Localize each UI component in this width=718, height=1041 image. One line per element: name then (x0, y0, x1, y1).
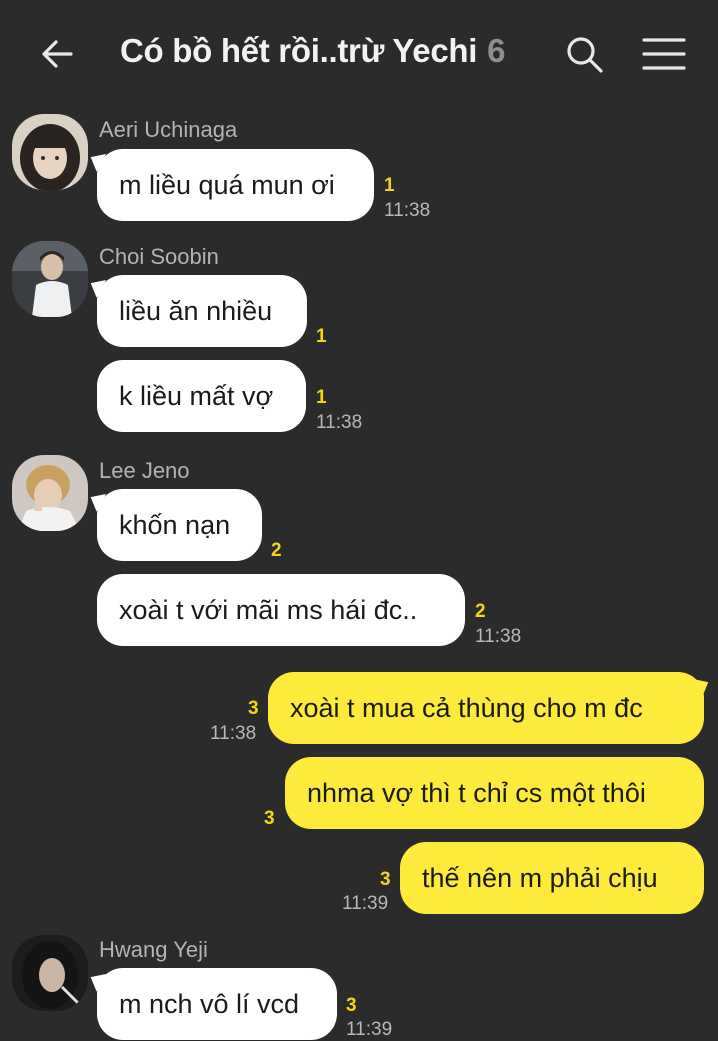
chat-title: Có bồ hết rồi..trừ Yechi 6 (120, 32, 506, 70)
message-bubble[interactable]: m liều quá mun ơi (97, 149, 374, 221)
back-arrow-icon[interactable] (38, 34, 78, 74)
message-time: 11:38 (210, 723, 257, 744)
message-bubble[interactable]: thế nên m phải chịu (400, 842, 704, 914)
unread-count: 3 (380, 869, 391, 890)
unread-count: 2 (475, 601, 486, 622)
message-bubble[interactable]: xoài t với mãi ms hái đc.. (97, 574, 465, 646)
message-bubble[interactable]: m nch vô lí vcd (97, 968, 337, 1040)
unread-count: 3 (248, 698, 259, 719)
message-bubble[interactable]: k liều mất vợ (97, 360, 306, 432)
unread-count: 2 (271, 540, 282, 561)
message-time: 11:39 (346, 1019, 393, 1040)
avatar-lee-jeno[interactable] (12, 455, 88, 531)
message-time: 11:38 (316, 412, 363, 433)
sender-name: Aeri Uchinaga (99, 117, 238, 142)
search-icon[interactable] (564, 34, 604, 74)
message-bubble[interactable]: khốn nạn (97, 489, 262, 561)
hamburger-menu-icon[interactable] (642, 34, 686, 74)
message-time: 11:38 (384, 200, 431, 221)
chat-title-text: Có bồ hết rồi..trừ Yechi (120, 32, 478, 69)
avatar-hwang-yeji[interactable] (12, 935, 88, 1011)
unread-count: 1 (316, 387, 327, 408)
message-bubble[interactable]: xoài t mua cả thùng cho m đc (268, 672, 704, 744)
sender-name: Hwang Yeji (99, 937, 208, 962)
unread-count: 1 (316, 326, 327, 347)
message-time: 11:39 (342, 893, 389, 914)
unread-count: 3 (346, 995, 357, 1016)
unread-count: 3 (264, 808, 275, 829)
sender-name: Lee Jeno (99, 458, 190, 483)
chat-header: Có bồ hết rồi..trừ Yechi 6 (0, 0, 718, 108)
member-count: 6 (487, 32, 506, 69)
avatar-choi-soobin[interactable] (12, 241, 88, 317)
message-bubble[interactable]: nhma vợ thì t chỉ cs một thôi (285, 757, 704, 829)
unread-count: 1 (384, 175, 395, 196)
sender-name: Choi Soobin (99, 244, 219, 269)
avatar-aeri-uchinaga[interactable] (12, 114, 88, 190)
message-bubble[interactable]: liều ăn nhiều (97, 275, 307, 347)
message-time: 11:38 (475, 626, 522, 647)
